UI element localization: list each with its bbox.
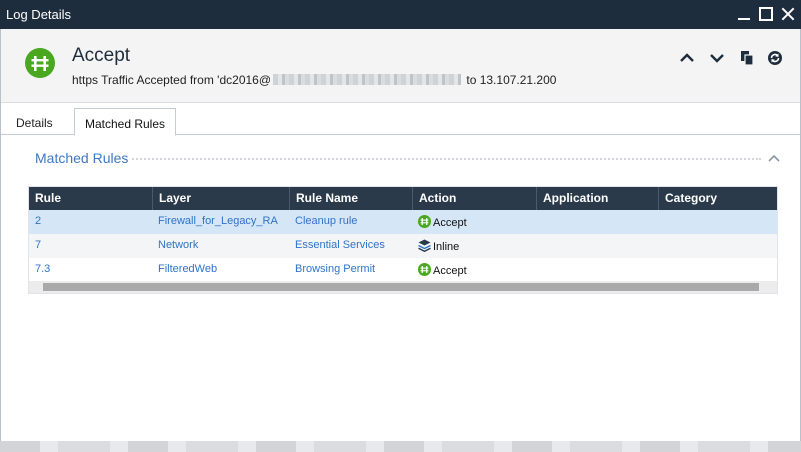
accept-icon bbox=[418, 215, 431, 228]
layer-cell[interactable]: Network bbox=[152, 234, 289, 258]
background-window-strip bbox=[0, 441, 801, 452]
maximize-icon[interactable] bbox=[759, 7, 773, 21]
section-divider bbox=[129, 158, 761, 160]
rule-name-cell[interactable]: Browsing Permit bbox=[289, 258, 412, 282]
action-cell: Accept bbox=[412, 210, 536, 234]
minimize-icon[interactable] bbox=[737, 7, 751, 21]
category-cell bbox=[658, 234, 777, 258]
tab-details[interactable]: Details bbox=[16, 111, 53, 135]
scrollbar-thumb[interactable] bbox=[43, 283, 759, 291]
application-cell bbox=[536, 234, 658, 258]
column-header-application[interactable]: Application bbox=[536, 187, 658, 210]
tab-bar: Details Matched Rules bbox=[1, 103, 800, 136]
action-title: Accept bbox=[72, 45, 131, 66]
category-cell bbox=[658, 258, 777, 282]
title-bar: Log Details bbox=[0, 0, 801, 29]
table-header: Rule Layer Rule Name Action Application … bbox=[29, 187, 777, 210]
action-cell: Inline bbox=[412, 234, 536, 258]
application-cell bbox=[536, 258, 658, 282]
category-cell bbox=[658, 210, 777, 234]
column-header-action[interactable]: Action bbox=[412, 187, 536, 210]
background-content bbox=[0, 441, 801, 452]
action-label: Accept bbox=[433, 217, 467, 229]
chevron-up-icon[interactable] bbox=[679, 50, 695, 66]
accept-icon bbox=[25, 48, 55, 78]
layers-icon bbox=[418, 239, 431, 253]
rule-name-cell[interactable]: Essential Services bbox=[289, 234, 412, 258]
column-header-category[interactable]: Category bbox=[658, 187, 777, 210]
rule-number-cell[interactable]: 2 bbox=[29, 210, 152, 234]
accept-icon bbox=[418, 263, 431, 276]
table-row[interactable]: 7 Network Essential Services Inline bbox=[29, 234, 777, 258]
section-title: Matched Rules bbox=[35, 150, 133, 166]
column-header-rule-name[interactable]: Rule Name bbox=[289, 187, 412, 210]
tab-matched-rules[interactable]: Matched Rules bbox=[74, 108, 176, 136]
summary-prefix: https Traffic Accepted from 'dc2016@ bbox=[72, 73, 272, 87]
close-icon[interactable] bbox=[781, 7, 795, 21]
log-summary: https Traffic Accepted from 'dc2016@ to … bbox=[72, 73, 556, 87]
window-title: Log Details bbox=[6, 7, 72, 22]
table-row[interactable]: 7.3 FilteredWeb Browsing Permit Accept bbox=[29, 258, 777, 282]
summary-suffix: to 13.107.21.200 bbox=[463, 73, 557, 87]
chevron-down-icon[interactable] bbox=[709, 50, 725, 66]
action-cell: Accept bbox=[412, 258, 536, 282]
refresh-icon[interactable] bbox=[767, 50, 783, 66]
matched-rules-table: Rule Layer Rule Name Action Application … bbox=[28, 186, 778, 294]
column-header-layer[interactable]: Layer bbox=[152, 187, 289, 210]
redacted-text bbox=[273, 74, 462, 85]
column-header-rule[interactable]: Rule bbox=[29, 187, 152, 210]
matched-rules-section: Matched Rules bbox=[35, 150, 781, 166]
layer-cell[interactable]: Firewall_for_Legacy_RA bbox=[152, 210, 289, 234]
log-details-window: Accept https Traffic Accepted from 'dc20… bbox=[0, 29, 801, 452]
rule-number-cell[interactable]: 7.3 bbox=[29, 258, 152, 282]
layer-cell[interactable]: FilteredWeb bbox=[152, 258, 289, 282]
rule-name-cell[interactable]: Cleanup rule bbox=[289, 210, 412, 234]
copy-icon[interactable] bbox=[739, 50, 755, 66]
action-label: Inline bbox=[433, 241, 460, 253]
action-label: Accept bbox=[433, 265, 467, 277]
table-row[interactable]: 2 Firewall_for_Legacy_RA Cleanup rule Ac… bbox=[29, 210, 777, 234]
rule-number-cell[interactable]: 7 bbox=[29, 234, 152, 258]
log-header: Accept https Traffic Accepted from 'dc20… bbox=[1, 29, 800, 103]
chevron-up-icon[interactable] bbox=[767, 152, 781, 162]
application-cell bbox=[536, 210, 658, 234]
